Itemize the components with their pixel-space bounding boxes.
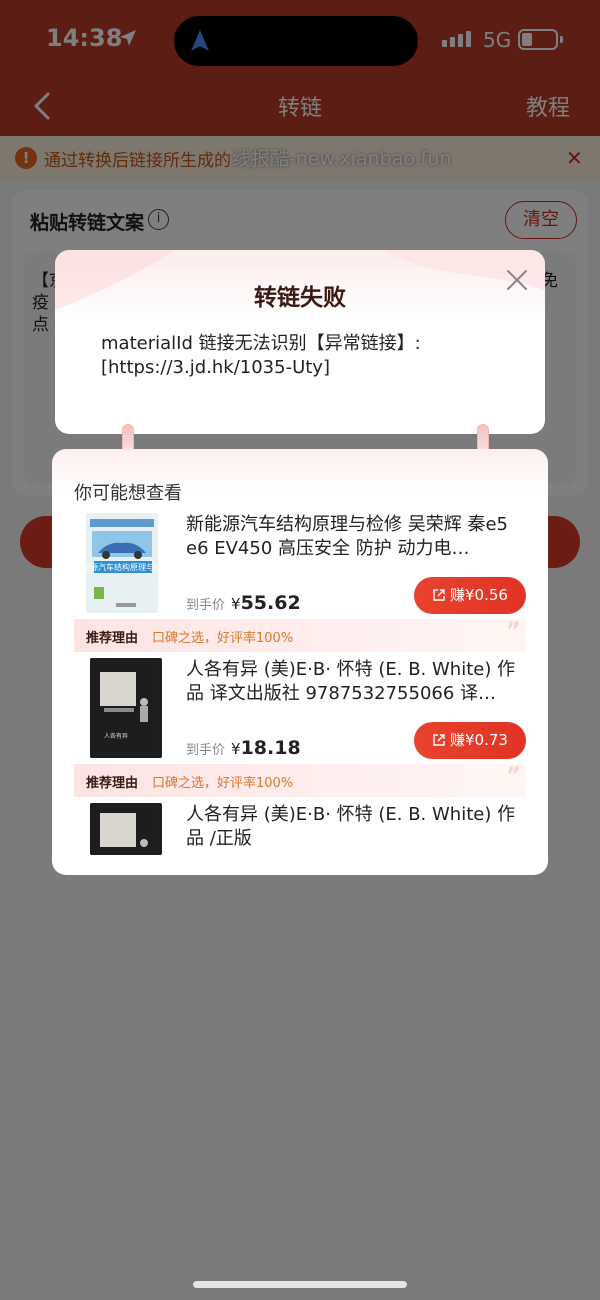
recommend-panel: 你可能想查看 新能源汽车结构原理与检修 新能源汽车结构原理与检修 吴荣辉 秦e5…: [52, 449, 548, 875]
currency-symbol: ¥: [231, 595, 241, 613]
price-label: 到手价: [186, 598, 226, 613]
earn-label: 赚¥0.73: [450, 731, 508, 749]
currency-symbol: ¥: [231, 740, 241, 758]
product-title[interactable]: 人各有异 (美)E·B· 怀特 (E. B. White) 作品 /正版: [186, 803, 530, 851]
product-image[interactable]: 人各有异: [90, 658, 162, 758]
product-image[interactable]: 新能源汽车结构原理与检修: [86, 513, 158, 613]
product-title[interactable]: 新能源汽车结构原理与检修 吴荣辉 秦e5 e6 EV450 高压安全 防护 动力…: [186, 513, 530, 561]
price-label: 到手价: [186, 743, 226, 758]
reason-bar: 推荐理由 口碑之选，好评率100% ”: [74, 619, 526, 652]
price-value: 55.62: [240, 592, 301, 614]
earn-button[interactable]: 赚¥0.73: [414, 722, 526, 759]
cover-text: 新能源汽车结构原理与检修: [86, 562, 158, 572]
reason-label: 推荐理由: [86, 776, 139, 791]
product-title[interactable]: 人各有异 (美)E·B· 怀特 (E. B. White) 作品 译文出版社 9…: [186, 658, 530, 706]
quote-icon: ”: [506, 619, 521, 644]
close-icon[interactable]: [505, 268, 529, 292]
reason-bar: 推荐理由 口碑之选，好评率100% ”: [74, 764, 526, 797]
share-icon: [433, 589, 445, 601]
reason-text: 口碑之选，好评率100%: [152, 631, 294, 646]
recommend-title: 你可能想查看: [74, 483, 182, 504]
reason-text: 口碑之选，好评率100%: [152, 776, 294, 791]
price-value: 18.18: [240, 737, 301, 759]
earn-label: 赚¥0.56: [450, 586, 508, 604]
price-info: 到手价 ¥18.18: [186, 737, 301, 759]
share-icon: [433, 734, 445, 746]
error-message: materialId 链接无法识别【异常链接】: [https://3.jd.h…: [101, 333, 421, 378]
earn-button[interactable]: 赚¥0.56: [414, 577, 526, 614]
home-indicator[interactable]: [193, 1281, 407, 1288]
reason-label: 推荐理由: [86, 631, 139, 646]
product-image[interactable]: [90, 803, 162, 855]
dialog-title: 转链失败: [254, 285, 346, 311]
error-dialog: 转链失败 materialId 链接无法识别【异常链接】: [https://3…: [55, 250, 545, 434]
price-info: 到手价 ¥55.62: [186, 592, 301, 614]
quote-icon: ”: [506, 764, 521, 789]
cover-text: 人各有异: [104, 732, 128, 740]
